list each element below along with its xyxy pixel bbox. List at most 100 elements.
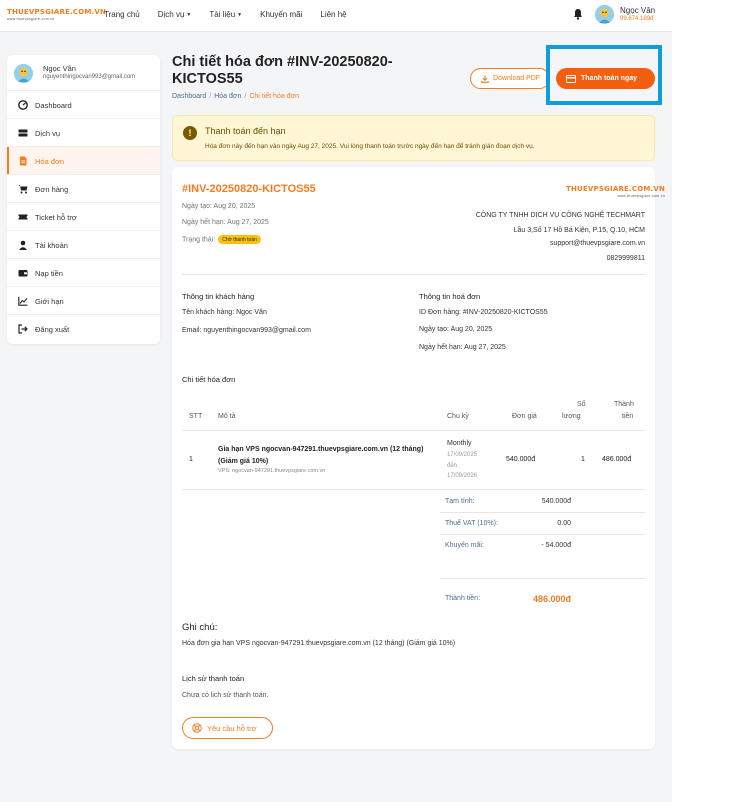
nav-khuyen-mai[interactable]: Khuyến mãi xyxy=(260,10,302,19)
company-email: support@thuevpsgiare.com.vn xyxy=(549,240,645,247)
sidebar-item-dashboard[interactable]: Dashboard xyxy=(7,91,160,119)
sidebar-user-email: nguyenthingocvan993@gmail.com xyxy=(43,74,136,80)
logout-icon xyxy=(18,324,28,334)
invoice-info-section-title: Thông tin hoá đơn xyxy=(419,292,481,301)
sidebar-item-label: Hóa đơn xyxy=(35,157,65,166)
table-header-desc: Mô tả xyxy=(218,413,236,420)
company-name: CÔNG TY TNHH DỊCH VỤ CÔNG NGHỆ TECHMART xyxy=(475,212,645,219)
sidebar-item-label: Nạp tiền xyxy=(35,269,63,278)
nav-dich-vu[interactable]: Dịch vụ ▼ xyxy=(158,10,192,19)
notes-text: Hóa đơn gia hạn VPS ngocvan-947291.thuev… xyxy=(182,640,456,647)
items-section-title: Chi tiết hóa đơn xyxy=(182,375,236,384)
nav-tai-lieu[interactable]: Tài liệu ▼ xyxy=(209,10,242,19)
row-subtitle: VPS: ngocvan-947291.thuevpsgiare.com.vn xyxy=(218,468,326,474)
company-logo-tagline: www.thuevpsgiare.com.vn xyxy=(617,194,666,198)
cart-icon xyxy=(18,185,28,194)
download-icon xyxy=(481,75,489,83)
highlight-box xyxy=(546,45,662,105)
download-pdf-label: Download PDF xyxy=(493,75,541,82)
summary-divider xyxy=(440,578,645,579)
breadcrumb: Dashboard / Hóa đơn / Chi tiết hóa đơn xyxy=(172,93,299,100)
table-header-total-line2: tiền xyxy=(622,413,634,420)
sidebar-item-tai-khoan[interactable]: Tài khoản xyxy=(7,231,160,259)
row-period-to: 17/09/2026 xyxy=(447,473,478,479)
sidebar-item-don-hang[interactable]: Đơn hàng xyxy=(7,175,160,203)
sidebar-item-label: Tài khoản xyxy=(35,241,68,250)
invoice-icon xyxy=(20,156,27,166)
sidebar-item-gioi-han[interactable]: Giới hạn xyxy=(7,287,160,315)
sidebar-item-label: Giới hạn xyxy=(35,297,64,306)
sidebar-item-nap-tien[interactable]: Nạp tiền xyxy=(7,259,160,287)
avatar-image-icon xyxy=(595,5,614,24)
caret-down-icon: ▼ xyxy=(237,12,243,18)
nav-trang-chu[interactable]: Trang chủ xyxy=(104,10,140,19)
row-qty: 1 xyxy=(581,456,585,463)
support-request-label: Yêu cầu hỗ trợ xyxy=(207,723,257,733)
sidebar-item-ticket[interactable]: Ticket hỗ trợ xyxy=(7,203,160,231)
sidebar-item-hoa-don[interactable]: Hóa đơn xyxy=(7,147,160,175)
alert-text: Hóa đơn này đến hạn vào ngày Aug 27, 202… xyxy=(205,143,535,150)
download-pdf-button[interactable]: Download PDF xyxy=(470,68,550,89)
table-row-divider xyxy=(182,489,645,490)
caret-down-icon: ▼ xyxy=(186,12,192,18)
discount-value: - 54.000đ xyxy=(541,542,571,549)
server-icon xyxy=(18,129,28,137)
breadcrumb-current: Chi tiết hóa đơn xyxy=(249,93,300,100)
subtotal-value: 540.000đ xyxy=(541,498,571,505)
sidebar-item-dich-vu[interactable]: Dịch vụ xyxy=(7,119,160,147)
company-phone: 0829999811 xyxy=(606,255,645,262)
status-label: Trạng thái: xyxy=(182,236,216,244)
user-name: Ngọc Vân xyxy=(620,6,656,15)
vat-label: Thuế VAT (10%): xyxy=(445,520,498,527)
row-price: 540.000đ xyxy=(506,456,536,463)
row-period-from: 17/09/2025 xyxy=(447,452,478,458)
total-value: 486.000đ xyxy=(532,594,571,604)
breadcrumb-dashboard[interactable]: Dashboard xyxy=(172,93,206,100)
invoice-code: #INV-20250820-KICTOS55 xyxy=(182,183,316,195)
customer-section-title: Thông tin khách hàng xyxy=(182,292,255,301)
row-title: Gia hạn VPS ngocvan-947291.thuevpsgiare.… xyxy=(218,446,424,465)
table-header-qty-line1: Số xyxy=(577,401,586,408)
company-address: Lầu 3,Số 17 Hồ Bá Kiện, P.15, Q.10, HCM xyxy=(513,227,645,234)
payment-history-text: Chưa có lịch sử thanh toán. xyxy=(182,692,269,699)
chart-icon xyxy=(18,296,28,306)
page-title: Chi tiết hóa đơn #INV-20250820-KICTOS55 xyxy=(172,54,393,87)
sidebar: Ngọc Vân nguyenthingocvan993@gmail.com D… xyxy=(7,55,160,344)
vat-value: 0.00 xyxy=(557,520,571,527)
avatar xyxy=(14,64,33,83)
support-request-button[interactable]: Yêu cầu hỗ trợ xyxy=(182,717,273,739)
nav-lien-he[interactable]: Liên hệ xyxy=(320,10,346,19)
site-logo[interactable]: THUEVPSGIARE.COM.VN www.thuevpsgiare.com… xyxy=(7,8,106,21)
dashboard-icon xyxy=(18,100,28,110)
wallet-icon xyxy=(18,270,28,277)
top-navbar: THUEVPSGIARE.COM.VN www.thuevpsgiare.com… xyxy=(0,0,672,32)
avatar[interactable] xyxy=(595,5,614,24)
user-icon xyxy=(19,240,27,250)
sidebar-user: Ngọc Vân nguyenthingocvan993@gmail.com xyxy=(7,55,160,91)
row-period: Monthly xyxy=(447,440,472,447)
bell-icon[interactable] xyxy=(573,8,583,20)
invoice-status: Trạng thái: Chờ thanh toán xyxy=(182,235,261,244)
top-user-info[interactable]: Ngọc Vân 99.674.189đ xyxy=(620,6,655,22)
sidebar-item-dang-xuat[interactable]: Đăng xuất xyxy=(7,315,160,343)
ticket-icon xyxy=(18,214,28,220)
summary-divider xyxy=(440,512,645,513)
sidebar-item-label: Dashboard xyxy=(35,101,72,110)
breadcrumb-hoa-don[interactable]: Hóa đơn xyxy=(214,93,241,100)
invoice-order-id: ID Đơn hàng: #INV-20250820-KICTOS55 xyxy=(419,309,548,316)
divider xyxy=(182,274,645,275)
avatar-image-icon xyxy=(14,64,33,83)
discount-label: Khuyến mãi: xyxy=(445,542,484,549)
status-badge: Chờ thanh toán xyxy=(218,235,261,244)
sidebar-item-label: Dịch vụ xyxy=(35,129,61,138)
table-header-price: Đơn giá xyxy=(512,413,537,420)
summary-divider xyxy=(440,534,645,535)
user-balance: 99.674.189đ xyxy=(620,16,654,22)
table-header-qty-line2: lượng xyxy=(562,413,581,420)
breadcrumb-separator: / xyxy=(244,93,247,100)
row-stt: 1 xyxy=(189,456,193,463)
table-header-divider xyxy=(182,430,645,431)
invoice-info-due: Ngày hết hạn: Aug 27, 2025 xyxy=(419,344,506,351)
alert-title: Thanh toán đến hạn xyxy=(205,126,286,136)
row-total: 486.000đ xyxy=(602,456,632,463)
